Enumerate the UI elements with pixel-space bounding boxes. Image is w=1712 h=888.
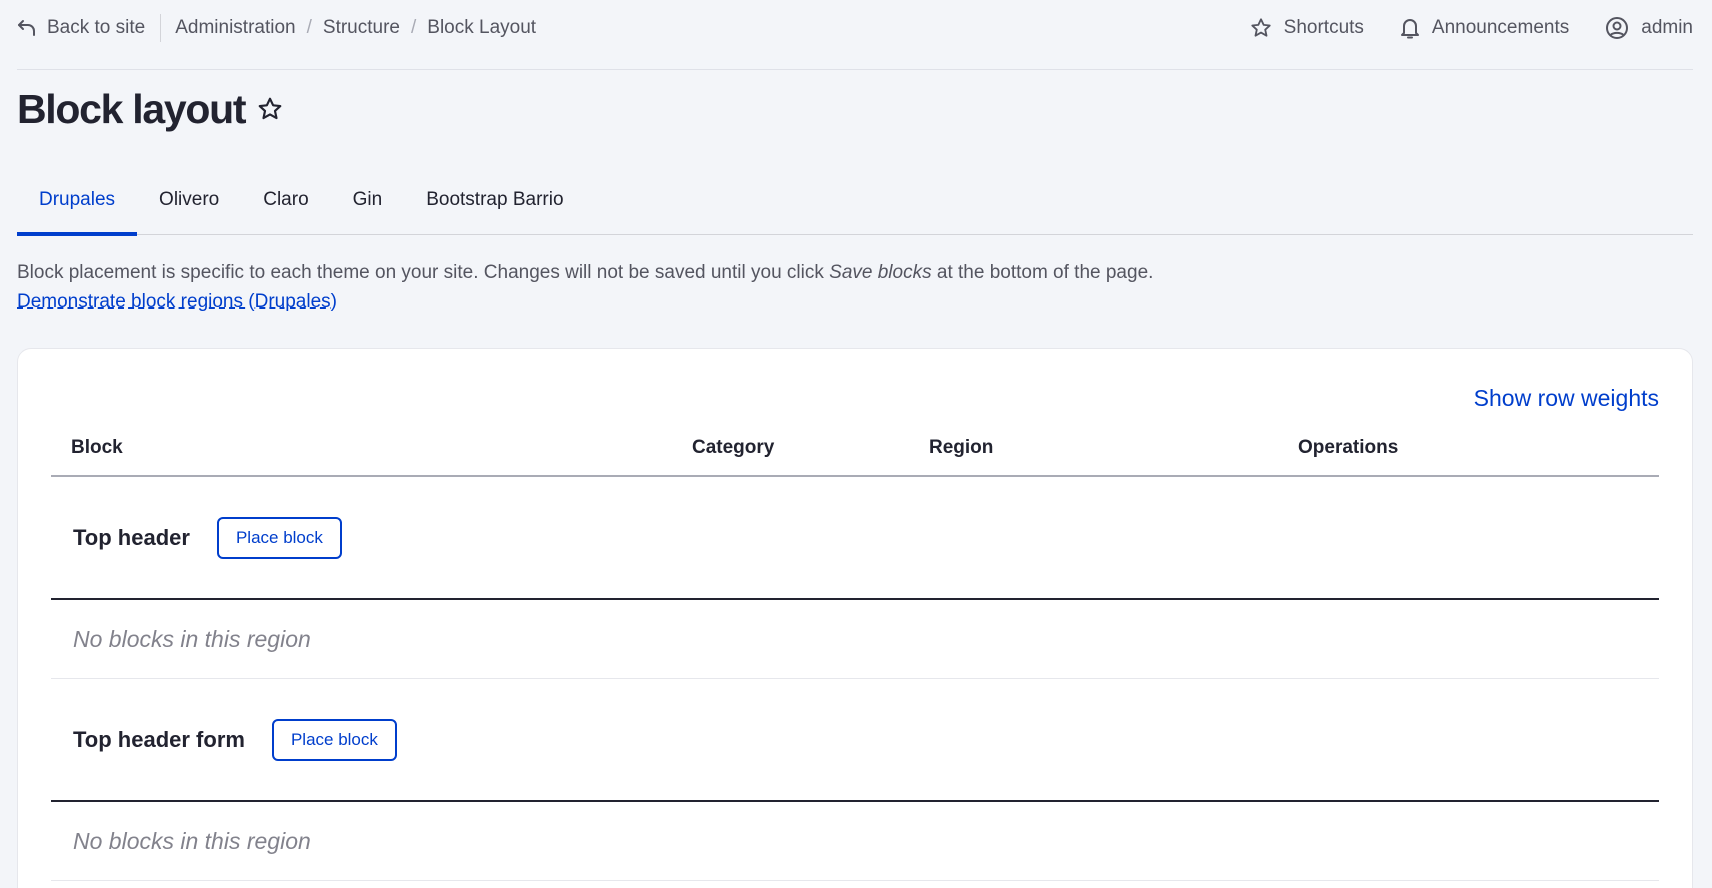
back-to-site-link[interactable]: Back to site [17,17,145,39]
description-text-after: at the bottom of the page. [931,262,1154,283]
blocks-table: Block Category Region Operations Top hea… [51,429,1659,881]
shortcuts-button[interactable]: Shortcuts [1250,17,1364,39]
bell-icon [1400,19,1419,39]
place-block-button[interactable]: Place block [216,516,342,559]
tab-bootstrap-barrio[interactable]: Bootstrap Barrio [404,176,585,235]
column-header-operations: Operations [1298,437,1399,458]
region-empty-message: No blocks in this region [51,802,1659,881]
place-block-button[interactable]: Place block [271,718,397,761]
breadcrumb-separator: / [306,17,312,38]
user-avatar-icon [1606,17,1629,39]
description-text: Block placement is specific to each them… [17,258,1153,287]
star-icon [1251,18,1271,37]
tab-gin[interactable]: Gin [331,176,405,235]
description-emphasis: Save blocks [829,262,932,283]
breadcrumb-separator: / [410,17,417,38]
shortcuts-label: Shortcuts [1283,17,1364,38]
column-header-block: Block [71,437,123,458]
announcements-label: Announcements [1431,17,1570,38]
region-empty-message: No blocks in this region [51,600,1659,679]
toolbar-right: Shortcuts Announcements admin [1214,14,1693,42]
page-title-area: Block layout [17,86,283,133]
breadcrumb: Administration / Structure / Block Layou… [175,17,536,39]
region-row-top-header: Top header Place block [51,477,1659,600]
toolbar-left: Back to site Administration / Structure … [17,14,536,42]
region-row-top-header-form: Top header form Place block [51,679,1659,802]
show-row-weights-button[interactable]: Show row weights [1474,385,1659,412]
breadcrumb-administration[interactable]: Administration [175,17,295,39]
table-header: Block Category Region Operations [51,429,1659,477]
block-placement-description: Block placement is specific to each them… [17,258,1153,316]
user-label: admin [1641,17,1693,38]
add-shortcut-star-icon[interactable] [257,96,283,127]
admin-toolbar: Back to site Administration / Structure … [17,0,1693,70]
demonstrate-block-regions-link[interactable]: Demonstrate block regions (Drupales) [17,287,337,316]
column-header-category: Category [692,437,775,458]
tab-claro[interactable]: Claro [241,176,330,235]
toolbar-divider [160,14,162,42]
back-to-site-label: Back to site [47,17,146,38]
tab-drupales[interactable]: Drupales [17,176,138,236]
tab-olivero[interactable]: Olivero [137,176,241,235]
page-title: Block layout [17,86,246,132]
back-arrow-icon [18,20,35,36]
description-text-before: Block placement is specific to each them… [17,262,830,283]
block-layout-card: Show row weights Block Category Region O… [17,348,1693,888]
theme-tabs: Drupales Olivero Claro Gin Bootstrap Bar… [17,176,1693,236]
user-menu-button[interactable]: admin [1605,16,1693,40]
announcements-button[interactable]: Announcements [1400,17,1569,39]
region-title: Top header [73,524,190,550]
breadcrumb-structure[interactable]: Structure [323,17,400,39]
breadcrumb-block-layout[interactable]: Block Layout [427,17,536,39]
region-title: Top header form [73,726,245,752]
column-header-region: Region [929,437,994,458]
